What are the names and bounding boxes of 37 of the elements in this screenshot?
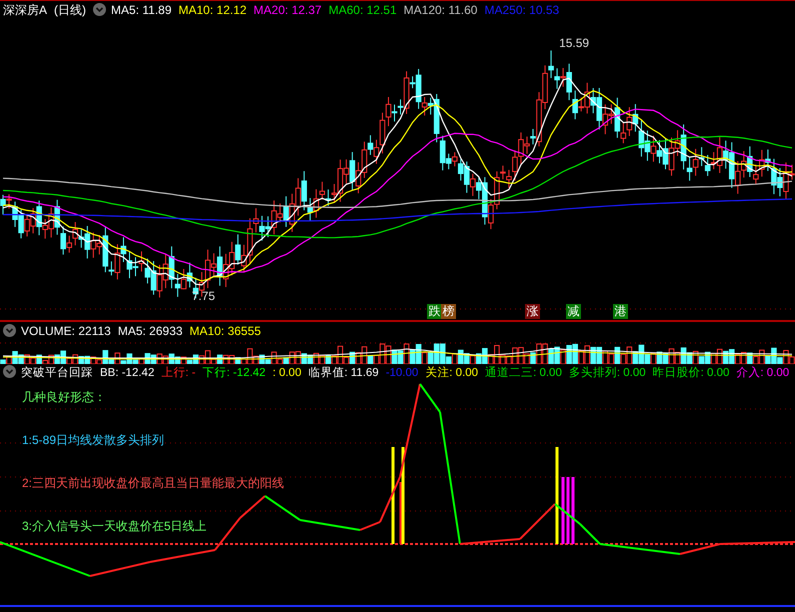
indicator-readout: 通道二三: 0.00	[485, 367, 562, 379]
signal-tag: 涨	[525, 304, 540, 319]
note-text: 1:5-89日均线发散多头排列	[22, 432, 164, 449]
indicator-readout: MA60: 12.51	[328, 3, 397, 17]
indicator-readout: MA20: 12.37	[254, 3, 322, 17]
indicator-readout: MA250: 10.53	[484, 3, 560, 17]
indicator-readout: VOLUME: 22113	[21, 324, 111, 338]
signal-tag: 跌	[427, 304, 442, 319]
indicator-readout: BB: -12.42	[100, 367, 154, 379]
price-high-label: 15.59	[559, 35, 590, 52]
indicator-name: 突破平台回踩	[21, 367, 93, 379]
note-text: 几种良好形态：	[22, 389, 106, 406]
collapse-icon[interactable]	[93, 3, 106, 16]
collapse-icon[interactable]	[3, 324, 16, 337]
indicator-readout: -10.00	[386, 367, 418, 379]
signal-tag: 减	[566, 304, 581, 319]
indicator-readout: MA120: 11.60	[404, 3, 478, 17]
collapse-icon[interactable]	[3, 365, 16, 378]
indicator-readout: 多头排列: 0.00	[568, 367, 646, 379]
indicator-readout: 临界值: 11.69	[308, 367, 379, 379]
indicator-readout: 上行: -	[161, 367, 196, 379]
indicator-readout: 下行: -12.42	[202, 367, 266, 379]
note-text: 3:介入信号头一天收盘价在5日线上	[22, 518, 207, 535]
note-text: 2:三四天前出现收盘价最高且当日量能最大的阳线	[22, 475, 284, 492]
chart-period: (日线)	[54, 3, 86, 17]
indicator-readout: 介入: 0.00	[736, 367, 790, 379]
indicator-readout: MA5: 11.89	[111, 3, 172, 17]
price-low-label: 7.75	[192, 288, 216, 306]
indicator-readout: : 0.00	[272, 367, 302, 379]
signal-tag: 港	[613, 304, 628, 319]
indicator-readout: MA5: 26933	[118, 324, 183, 338]
stock-name: 深深房A	[3, 3, 48, 17]
indicator-readout: 昨日股价: 0.00	[652, 367, 730, 379]
signal-tag: 榜	[441, 304, 456, 319]
indicator-readout: 关注: 0.00	[425, 367, 478, 379]
indicator-readout: MA10: 36555	[190, 324, 261, 338]
indicator-readout: MA10: 12.12	[178, 3, 247, 17]
